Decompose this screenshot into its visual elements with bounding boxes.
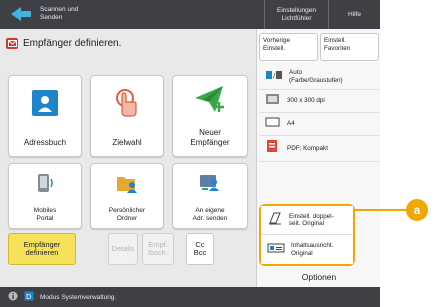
resolution-label: 300 x 300 dpi [287,97,325,105]
file-format-setting[interactable]: PDF; Kompakt [259,136,379,162]
previous-settings-button[interactable]: Vorherige Einstell. [259,33,318,61]
two-sided-label: Einstell. doppel- seit. Original [289,212,334,227]
mobile-portal-button[interactable]: Mobiles Portal [8,163,82,229]
two-sided-icon [267,211,283,230]
personal-folder-icon [91,172,163,194]
mobile-portal-icon [9,172,81,194]
color-mode-label: Auto (Farbe/Graustufen) [289,69,343,84]
options-button[interactable]: Optionen [259,267,379,287]
info-icon [8,288,18,306]
status-bar: D Modus Systemverwaltung. [0,287,380,307]
favorite-settings-button[interactable]: Einstell. Favoriten [320,33,379,61]
orientation-label: Inhaltsausricht. Original [291,242,334,257]
resolution-icon [265,92,281,110]
one-touch-label: Zielwahl [112,137,142,147]
mobile-portal-label: Mobiles Portal [33,207,57,222]
help-button[interactable]: Hilfe [328,0,380,29]
svg-text:D: D [26,293,31,301]
details-button[interactable]: Details [108,233,138,265]
orientation-setting[interactable]: Inhaltsausricht. Original [261,235,353,264]
personal-folder-button[interactable]: Persönlicher Ordner [90,163,164,229]
paper-size-icon [265,115,281,133]
define-destination-button[interactable]: Empfänger definieren [8,233,76,265]
send-to-myself-label: An eigene Adr. senden [192,207,228,222]
callout-line [354,209,414,211]
address-book-button[interactable]: Adressbuch [8,75,82,157]
highlighted-settings: Einstell. doppel- seit. Original Inhalts… [259,204,355,266]
resolution-setting[interactable]: 300 x 300 dpi [259,90,379,113]
device-screen: Scannen und Senden Einstellungen Lichtfü… [0,0,380,307]
top-bar: Scannen und Senden Einstellungen Lichtfü… [0,0,380,29]
paper-size-label: A4 [287,120,295,128]
address-book-label: Adressbuch [23,137,67,147]
address-book-icon [9,88,81,118]
delete-destination-button[interactable]: Empf. lösch. [142,233,174,265]
page-title: Empfänger definieren. [23,37,122,49]
status-text: Modus Systemverwaltung. [40,293,117,301]
color-mode-setting[interactable]: / Auto (Farbe/Graustufen) [259,64,379,90]
paper-size-setting[interactable]: A4 [259,113,379,136]
settings-panel: Vorherige Einstell. Einstell. Favoriten … [256,29,380,287]
svg-text:/: / [273,72,276,80]
personal-folder-label: Persönlicher Ordner [108,207,146,222]
cc-bcc-button[interactable]: Cc Bcc [186,233,214,265]
new-destination-label: Neuer Empfänger [190,128,230,147]
back-button[interactable]: Scannen und Senden [8,3,120,25]
file-format-label: PDF; Kompakt [287,144,328,152]
back-arrow-icon [8,4,34,24]
settings-button[interactable]: Einstellungen Lichtfühler [264,0,328,29]
new-destination-icon [173,84,247,114]
file-format-icon [265,139,281,158]
system-manager-icon: D [24,288,34,306]
one-touch-button[interactable]: Zielwahl [90,75,164,157]
callout-marker: a [406,199,428,221]
two-sided-original-setting[interactable]: Einstell. doppel- seit. Original [261,206,353,235]
color-mode-icon: / [265,68,283,86]
bottom-actions: Empfänger definieren Details Empf. lösch… [4,233,252,265]
back-label: Scannen und Senden [40,6,79,21]
header: Empfänger definieren. [0,29,252,57]
scan-send-icon [6,37,18,49]
send-to-myself-button[interactable]: An eigene Adr. senden [172,163,248,229]
new-destination-button[interactable]: Neuer Empfänger [172,75,248,157]
orientation-icon [267,241,285,259]
one-touch-icon [91,86,163,120]
send-to-myself-icon [173,172,247,194]
